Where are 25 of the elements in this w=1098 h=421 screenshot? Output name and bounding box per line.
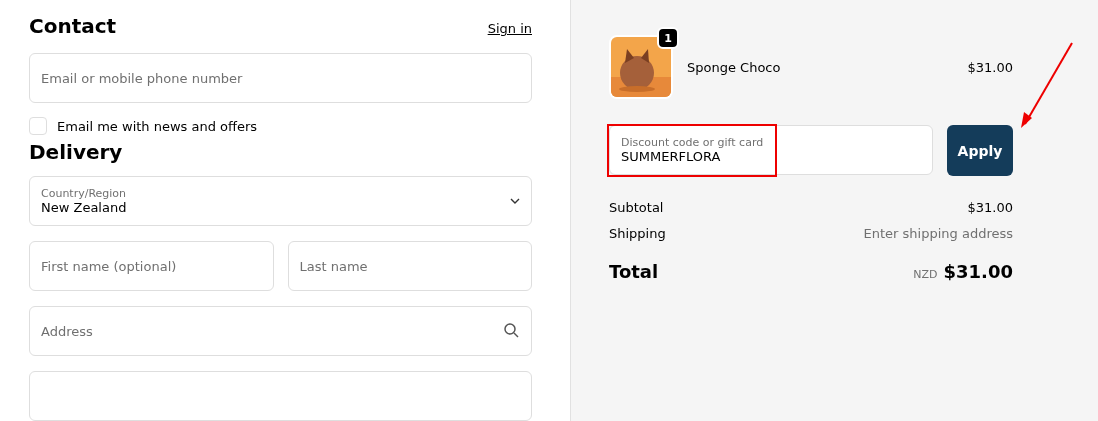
chevron-down-icon (510, 198, 520, 204)
total-label: Total (609, 261, 659, 282)
apply-button[interactable]: Apply (947, 125, 1013, 176)
newsletter-label: Email me with news and offers (57, 118, 258, 134)
summary-value: Enter shipping address (863, 226, 1013, 241)
search-icon (504, 323, 519, 338)
first-name-field[interactable]: First name (optional) (29, 241, 274, 291)
quantity-badge: 1 (657, 27, 679, 49)
address-field[interactable]: Address (29, 306, 532, 356)
contact-heading: Contact (29, 14, 117, 38)
next-field[interactable] (29, 371, 532, 421)
discount-field[interactable]: Discount code or gift card SUMMERFLORA (609, 125, 933, 175)
country-select[interactable]: Country/Region New Zealand (29, 176, 532, 226)
newsletter-checkbox[interactable] (29, 117, 47, 135)
summary-value: $31.00 (967, 200, 1013, 215)
summary-label: Subtotal (609, 200, 664, 215)
total-amount: $31.00 (943, 261, 1013, 282)
last-name-field[interactable]: Last name (287, 241, 532, 291)
product-price: $31.00 (967, 59, 1013, 75)
delivery-heading: Delivery (29, 140, 124, 164)
summary-label: Shipping (609, 226, 666, 241)
email-field[interactable]: Email or mobile phone number (29, 53, 532, 103)
sign-in-link[interactable]: Sign in (487, 21, 532, 36)
currency-code: NZD (913, 268, 938, 281)
product-name: Sponge Choco (687, 59, 782, 75)
